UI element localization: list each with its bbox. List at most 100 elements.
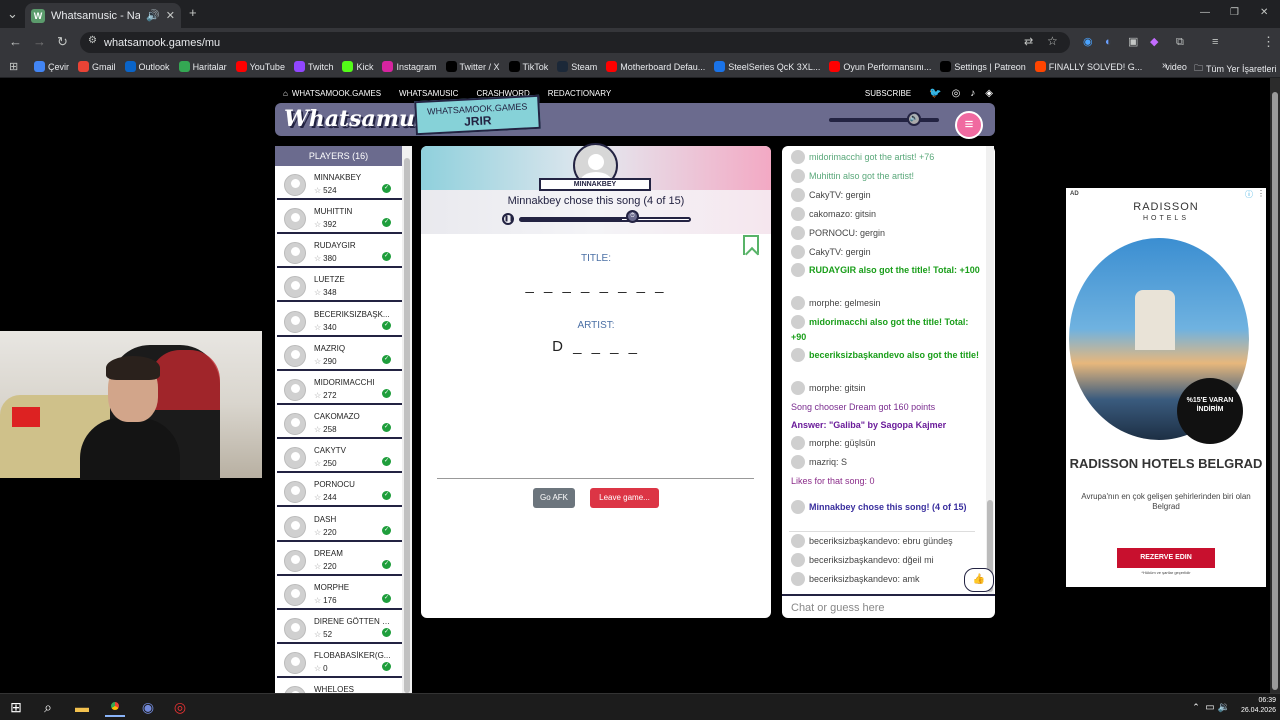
player-row[interactable]: DASH ☆ 220 ✓ (277, 510, 402, 542)
forward-icon[interactable]: → (33, 35, 46, 49)
bookmark-item[interactable]: Twitch (293, 61, 333, 72)
ad-menu-icon[interactable]: ⋮ (1257, 189, 1265, 198)
twitter-icon[interactable]: 🐦 (929, 88, 941, 99)
bookmark-item[interactable]: video (1151, 61, 1187, 72)
player-row[interactable]: MINNAKBEY ☆ 524 ✓ (277, 168, 402, 200)
bookmark-item[interactable]: Twitter / X (445, 61, 500, 72)
players-scroll-thumb[interactable] (404, 158, 410, 693)
player-row[interactable]: MAZRIQ ☆ 290 ✓ (277, 339, 402, 371)
back-icon[interactable]: ← (9, 35, 22, 49)
bookmark-item[interactable]: Steam (557, 61, 597, 72)
player-row[interactable]: RUDAYGIR ☆ 380 ✓ (277, 236, 402, 268)
chat-message-text: beceriksizbaşkandevo: amk (809, 574, 920, 584)
bookmark-item[interactable]: Kick (342, 61, 373, 72)
system-clock[interactable]: 06:39 26.04.2026 (1226, 696, 1276, 716)
chat-input[interactable]: Chat or guess here (782, 594, 995, 618)
player-score-value: 348 (323, 288, 337, 297)
tab-search-icon[interactable]: ⌄ (7, 7, 18, 21)
volume-slider[interactable] (829, 118, 939, 122)
bookmark-item[interactable]: Gmail (78, 61, 116, 72)
like-song-icon[interactable]: 👍 (964, 568, 994, 592)
bookmark-item[interactable]: Motherboard Defau... (606, 61, 705, 72)
player-name: MIDORIMACCHI (314, 378, 375, 387)
nav-whatsamusic[interactable]: WHATSAMUSIC (399, 89, 458, 98)
nav-redactionary[interactable]: REDACTIONARY (548, 89, 611, 98)
address-bar[interactable]: ⚙ whatsamook.games/mu ⇄ ☆ (80, 32, 1070, 53)
bookmark-song-icon[interactable] (743, 235, 759, 255)
player-score: ☆ 244 (314, 493, 337, 502)
player-score-value: 392 (323, 220, 337, 229)
bookmark-item[interactable]: YouTube (235, 61, 285, 72)
apps-grid-icon[interactable]: ⊞ (9, 60, 18, 74)
player-row[interactable]: BECERIKSIZBAŞK... ☆ 340 ✓ (277, 305, 402, 337)
reload-icon[interactable]: ↻ (57, 35, 68, 49)
guessed-check-icon: ✓ (382, 594, 391, 603)
player-row[interactable]: PORNOCU ☆ 244 ✓ (277, 475, 402, 507)
windows-start-icon[interactable]: ⊞ (6, 697, 26, 717)
go-afk-button[interactable]: Go AFK (533, 488, 575, 508)
discord-app-icon[interactable]: ◉ (138, 697, 158, 717)
volume-knob-icon[interactable]: 🔊 (907, 112, 921, 126)
bookmark-item[interactable]: Outlook (124, 61, 170, 72)
extension-icon[interactable]: ◐ (1105, 35, 1112, 49)
instagram-icon[interactable]: ◎ (952, 88, 961, 99)
translate-icon[interactable]: ⇄ (1024, 35, 1033, 48)
new-tab-icon[interactable]: + (189, 6, 197, 20)
player-row[interactable]: DREAM ☆ 220 ✓ (277, 544, 402, 576)
page-scroll-thumb[interactable] (1272, 92, 1278, 690)
bookmark-item[interactable]: Instagram (382, 61, 437, 72)
player-score: ☆ 340 (314, 323, 337, 332)
chrome-icon[interactable] (105, 697, 125, 717)
player-row[interactable]: CAKOMAZO ☆ 258 ✓ (277, 407, 402, 439)
bookmark-item[interactable]: Oyun Performansını... (829, 61, 931, 72)
player-row[interactable]: CAKYTV ☆ 250 ✓ (277, 441, 402, 473)
menu-kebab-icon[interactable]: ⋮ (1262, 35, 1275, 49)
player-row[interactable]: MORPHE ☆ 176 ✓ (277, 578, 402, 610)
chat-message: beceriksizbaşkandevo: ebru gündeş (791, 533, 981, 549)
leave-game-button[interactable]: Leave game... (590, 488, 659, 508)
pause-icon[interactable]: ❚❚ (502, 213, 514, 225)
more-bookmarks-icon[interactable]: » (1162, 60, 1168, 71)
site-info-icon[interactable]: ⚙ (88, 35, 97, 46)
hamburger-menu-button[interactable]: ≡ (955, 111, 983, 139)
ad-cta-button[interactable]: REZERVE EDIN (1117, 548, 1215, 568)
close-tab-icon[interactable]: ✕ (166, 9, 175, 22)
bookmark-item[interactable]: Settings | Patreon (940, 61, 1026, 72)
bookmark-item[interactable]: Çevir (34, 61, 69, 72)
extensions-puzzle-icon[interactable]: ⧉ (1176, 35, 1184, 49)
player-row[interactable]: LUETZE ☆ 348 (277, 270, 402, 302)
tiktok-icon[interactable]: ♪ (970, 88, 975, 99)
bookmark-star-icon[interactable]: ☆ (1047, 34, 1058, 48)
player-row[interactable]: FLOBABASİKER(G... ☆ 0 ✓ (277, 646, 402, 678)
guessed-check-icon: ✓ (382, 491, 391, 500)
obs-icon[interactable]: ◎ (170, 697, 190, 717)
search-icon[interactable]: ⌕ (38, 697, 58, 717)
discord-icon[interactable]: ◈ (985, 88, 993, 99)
subscribe-link[interactable]: SUBSCRIBE (865, 89, 911, 98)
home-icon[interactable]: ⌂ (283, 89, 288, 98)
file-explorer-icon[interactable]: ▬ (72, 697, 92, 717)
url-text[interactable]: whatsamook.games/mu (104, 37, 220, 49)
browser-tab[interactable]: W Whatsamusic - Name That 🔊 ✕ (25, 3, 181, 28)
bookmark-item[interactable]: FINALLY SOLVED! G... (1034, 61, 1142, 72)
restore-icon[interactable]: ❐ (1230, 6, 1239, 20)
tab-title: Whatsamusic - Name That (51, 9, 141, 22)
minimize-icon[interactable]: — (1200, 6, 1210, 20)
all-bookmarks-folder[interactable]: 🗀 Tüm Yer İşaretleri (1194, 61, 1277, 77)
ad-info-icon[interactable]: ⓘ (1245, 189, 1253, 200)
bookmark-item[interactable]: SteelSeries QcK 3XL... (714, 61, 820, 72)
audio-icon[interactable]: 🔊 (146, 9, 160, 22)
extension-icon[interactable]: ◉ (1083, 35, 1093, 49)
nav-whatsamook-games[interactable]: WHATSAMOOK.GAMES (292, 89, 381, 98)
chat-message: Muhittin also got the artist! (791, 168, 981, 184)
bookmark-item[interactable]: TikTok (508, 61, 548, 72)
player-row[interactable]: DIRENE GÖTTEN S... ☆ 52 ✓ (277, 612, 402, 644)
player-row[interactable]: MUHITTIN ☆ 392 ✓ (277, 202, 402, 234)
player-score-value: 176 (323, 596, 337, 605)
extension-icon[interactable]: ▣ (1128, 35, 1138, 49)
close-window-icon[interactable]: ✕ (1260, 6, 1268, 20)
extension-icon[interactable]: ◆ (1150, 35, 1158, 49)
bookmark-item[interactable]: Haritalar (178, 61, 227, 72)
player-row[interactable]: MIDORIMACCHI ☆ 272 ✓ (277, 373, 402, 405)
media-controls-icon[interactable]: ≡ (1212, 35, 1218, 49)
